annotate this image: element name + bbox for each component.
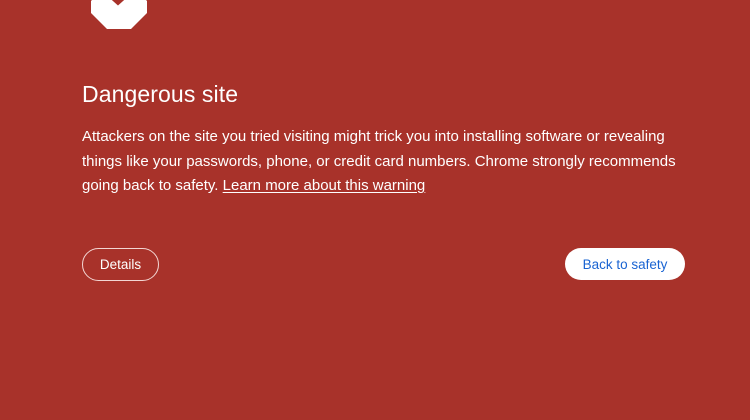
interstitial-page: Dangerous site Attackers on the site you…	[0, 0, 750, 420]
details-button[interactable]: Details	[82, 248, 159, 281]
back-to-safety-button[interactable]: Back to safety	[565, 248, 685, 280]
warning-description: Attackers on the site you tried visiting…	[82, 125, 682, 199]
learn-more-link[interactable]: Learn more about this warning	[223, 177, 426, 194]
page-title: Dangerous site	[82, 81, 239, 107]
danger-octagon-x-icon	[91, 0, 147, 29]
